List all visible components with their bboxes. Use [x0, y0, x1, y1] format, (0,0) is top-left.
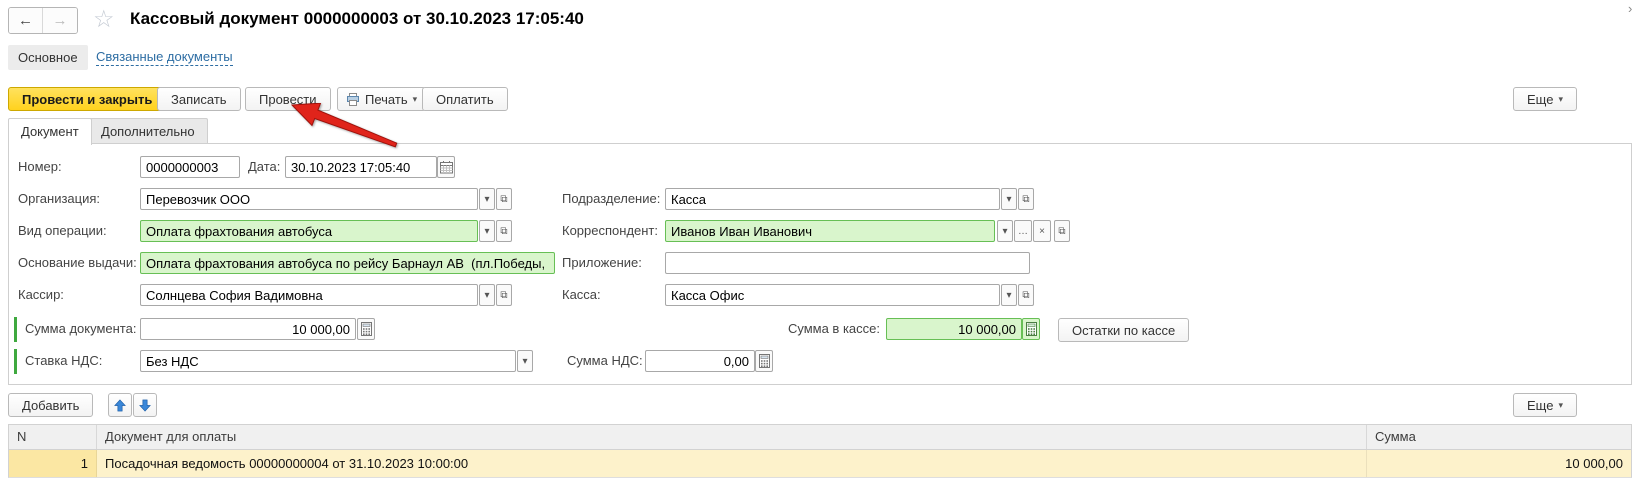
- vat-amount-label: Сумма НДС:: [567, 350, 643, 372]
- save-button[interactable]: Записать: [157, 87, 241, 111]
- column-header-n[interactable]: N: [9, 425, 97, 449]
- chevron-down-icon: ▾: [413, 94, 418, 105]
- issue-basis-input[interactable]: [140, 252, 555, 274]
- vat-rate-dropdown-button[interactable]: ▾: [517, 350, 533, 372]
- cash-office-input[interactable]: [665, 284, 1000, 306]
- page-title: Кассовый документ 0000000003 от 30.10.20…: [130, 9, 584, 29]
- cash-amount-input[interactable]: [886, 318, 1022, 340]
- table-row[interactable]: 1 Посадочная ведомость 00000000004 от 31…: [8, 450, 1632, 478]
- vat-rate-label: Ставка НДС:: [25, 350, 102, 372]
- organization-label: Организация:: [18, 188, 100, 210]
- vat-amount-calculator-button[interactable]: [755, 350, 773, 372]
- operation-type-dropdown-button[interactable]: ▾: [479, 220, 495, 242]
- move-down-icon: [139, 399, 151, 412]
- cash-office-open-button[interactable]: ⧉: [1018, 284, 1034, 306]
- tab-additional[interactable]: Дополнительно: [88, 118, 208, 144]
- add-row-button[interactable]: Добавить: [8, 393, 93, 417]
- nav-link-related-documents[interactable]: Связанные документы: [96, 48, 233, 66]
- correspondent-clear-button[interactable]: ×: [1033, 220, 1051, 242]
- number-label: Номер:: [18, 156, 62, 178]
- calendar-button[interactable]: [437, 156, 455, 178]
- pay-button[interactable]: Оплатить: [422, 87, 508, 111]
- required-marker: [14, 317, 17, 342]
- number-input[interactable]: [140, 156, 240, 178]
- calculator-icon: [759, 354, 770, 368]
- column-header-document[interactable]: Документ для оплаты: [97, 425, 1367, 449]
- vat-amount-input[interactable]: [645, 350, 755, 372]
- history-nav-group: ← →: [8, 7, 78, 34]
- more-button-label: Еще: [1527, 398, 1553, 413]
- nav-tab-main[interactable]: Основное: [8, 45, 88, 70]
- correspondent-label: Корреспондент:: [562, 220, 658, 242]
- forward-button[interactable]: →: [43, 8, 77, 33]
- department-dropdown-button[interactable]: ▾: [1001, 188, 1017, 210]
- organization-open-button[interactable]: ⧉: [496, 188, 512, 210]
- correspondent-choose-button[interactable]: …: [1014, 220, 1032, 242]
- payment-table-header: N Документ для оплаты Сумма: [8, 424, 1632, 450]
- cash-amount-label: Сумма в кассе:: [740, 318, 880, 340]
- department-open-button[interactable]: ⧉: [1018, 188, 1034, 210]
- date-input[interactable]: [285, 156, 437, 178]
- more-button-label: Еще: [1527, 92, 1553, 107]
- favorite-star-icon[interactable]: ☆: [93, 5, 115, 34]
- row-number-cell[interactable]: 1: [9, 450, 97, 477]
- more-button-table[interactable]: Еще ▾: [1513, 393, 1577, 417]
- operation-type-input[interactable]: [140, 220, 478, 242]
- correspondent-open-button[interactable]: ⧉: [1054, 220, 1070, 242]
- correspondent-input[interactable]: [665, 220, 995, 242]
- move-up-button[interactable]: [108, 393, 132, 417]
- required-marker: [14, 349, 17, 374]
- annotation-arrow-icon: [290, 103, 400, 148]
- attachment-label: Приложение:: [562, 252, 642, 274]
- window-chevron-icon[interactable]: ›: [1628, 1, 1632, 16]
- move-up-icon: [114, 399, 126, 412]
- tab-document[interactable]: Документ: [8, 118, 92, 145]
- correspondent-dropdown-button[interactable]: ▾: [997, 220, 1013, 242]
- cash-amount-calculator-button[interactable]: [1022, 318, 1040, 340]
- cash-office-dropdown-button[interactable]: ▾: [1001, 284, 1017, 306]
- cash-office-label: Касса:: [562, 284, 601, 306]
- row-amount-cell[interactable]: 10 000,00: [1367, 450, 1631, 477]
- more-button-top[interactable]: Еще ▾: [1513, 87, 1577, 111]
- post-and-close-button[interactable]: Провести и закрыть: [8, 87, 166, 111]
- calculator-icon: [1026, 322, 1037, 336]
- issue-basis-label: Основание выдачи:: [18, 252, 137, 274]
- department-label: Подразделение:: [562, 188, 660, 210]
- operation-type-open-button[interactable]: ⧉: [496, 220, 512, 242]
- operation-type-label: Вид операции:: [18, 220, 107, 242]
- department-input[interactable]: [665, 188, 1000, 210]
- cashier-open-button[interactable]: ⧉: [496, 284, 512, 306]
- date-label: Дата:: [248, 156, 280, 178]
- doc-amount-input[interactable]: [140, 318, 356, 340]
- column-header-amount[interactable]: Сумма: [1367, 425, 1631, 449]
- cash-balance-button[interactable]: Остатки по кассе: [1058, 318, 1189, 342]
- move-down-button[interactable]: [133, 393, 157, 417]
- doc-amount-label: Сумма документа:: [25, 318, 136, 340]
- cash-document-window: ← → ☆ Кассовый документ 0000000003 от 30…: [0, 0, 1640, 503]
- cashier-dropdown-button[interactable]: ▾: [479, 284, 495, 306]
- chevron-down-icon: ▾: [1558, 400, 1563, 411]
- calendar-icon: [439, 160, 454, 174]
- organization-input[interactable]: [140, 188, 478, 210]
- calculator-icon: [361, 322, 372, 336]
- doc-amount-calculator-button[interactable]: [357, 318, 375, 340]
- cashier-label: Кассир:: [18, 284, 64, 306]
- vat-rate-input[interactable]: [140, 350, 516, 372]
- back-button[interactable]: ←: [9, 8, 43, 33]
- attachment-input[interactable]: [665, 252, 1030, 274]
- chevron-down-icon: ▾: [1558, 94, 1563, 105]
- organization-dropdown-button[interactable]: ▾: [479, 188, 495, 210]
- row-document-cell[interactable]: Посадочная ведомость 00000000004 от 31.1…: [97, 450, 1367, 477]
- cashier-input[interactable]: [140, 284, 478, 306]
